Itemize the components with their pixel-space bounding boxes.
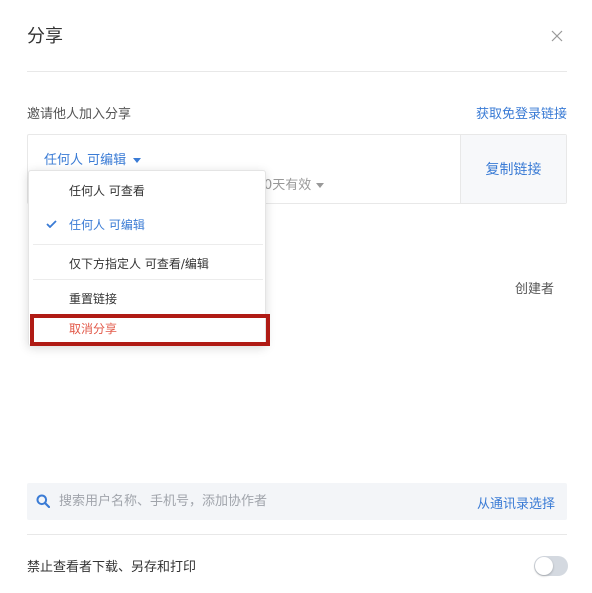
menu-item-specified-people[interactable]: 仅下方指定人 可查看/编辑 bbox=[29, 249, 265, 279]
close-icon[interactable] bbox=[549, 28, 565, 44]
copy-link-button[interactable]: 复制链接 bbox=[460, 135, 566, 203]
creator-label: 创建者 bbox=[515, 282, 555, 297]
search-icon bbox=[36, 494, 50, 508]
permission-select[interactable]: 任何人 可编辑 bbox=[44, 149, 142, 168]
menu-item-label: 仅下方指定人 可查看/编辑 bbox=[69, 257, 209, 271]
menu-item-anyone-edit[interactable]: 任何人 可编辑 bbox=[29, 210, 265, 240]
expiry-value: 0天有效 bbox=[264, 178, 312, 193]
menu-item-reset-link[interactable]: 重置链接 bbox=[29, 284, 265, 314]
menu-item-label: 任何人 可编辑 bbox=[69, 218, 145, 232]
select-from-contacts-link[interactable]: 从通讯录选择 bbox=[477, 493, 555, 512]
menu-item-label: 任何人 可查看 bbox=[69, 184, 145, 198]
expiry-select[interactable]: 0天有效 bbox=[264, 174, 325, 193]
permission-value: 任何人 可编辑 bbox=[44, 153, 127, 168]
settings-divider bbox=[27, 534, 567, 535]
toggle-knob bbox=[535, 557, 553, 575]
menu-divider bbox=[33, 279, 263, 280]
menu-item-label: 重置链接 bbox=[69, 292, 118, 306]
menu-divider bbox=[33, 244, 263, 245]
menu-item-anyone-view[interactable]: 任何人 可查看 bbox=[29, 176, 265, 206]
restrict-download-toggle[interactable] bbox=[534, 556, 568, 576]
header-divider bbox=[27, 71, 567, 72]
caret-down-icon bbox=[316, 183, 325, 188]
dialog-title: 分享 bbox=[27, 26, 63, 47]
check-icon bbox=[46, 220, 57, 228]
invite-label: 邀请他人加入分享 bbox=[27, 107, 132, 122]
get-login-free-link[interactable]: 获取免登录链接 bbox=[476, 103, 567, 122]
restrict-download-label: 禁止查看者下载、另存和打印 bbox=[27, 560, 197, 575]
highlight-box bbox=[30, 314, 270, 346]
caret-down-icon bbox=[133, 158, 142, 163]
search-input[interactable] bbox=[59, 483, 439, 520]
add-collaborator-search: 从通讯录选择 bbox=[27, 483, 567, 520]
